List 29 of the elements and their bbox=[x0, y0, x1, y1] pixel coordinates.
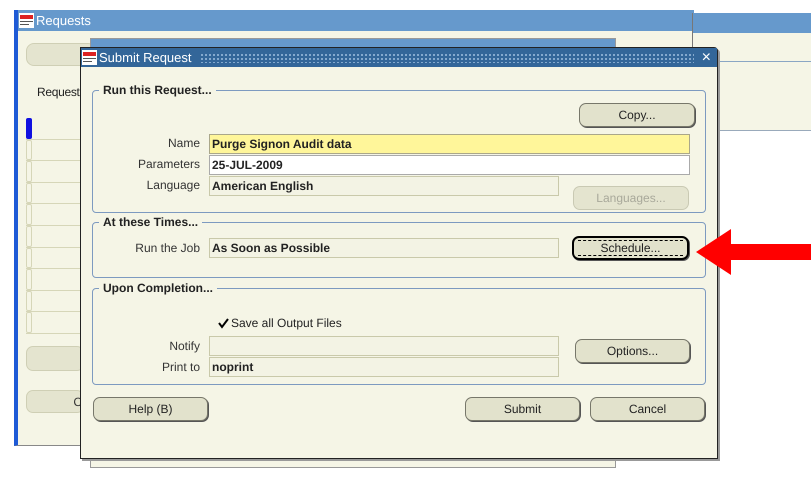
field-label: Name bbox=[166, 135, 201, 152]
button[interactable]: Submit bbox=[465, 397, 580, 421]
group-title: Upon Completion... bbox=[102, 280, 214, 297]
field-label: Language bbox=[146, 177, 201, 194]
text-field[interactable]: 25-JUL-2009 bbox=[209, 155, 690, 175]
text-field[interactable]: As Soon as Possible bbox=[209, 238, 559, 258]
button[interactable]: Options... bbox=[575, 339, 690, 363]
text-field[interactable]: American English bbox=[209, 176, 559, 196]
field-label: Run the Job bbox=[134, 240, 201, 257]
field-label: Print to bbox=[160, 359, 201, 376]
checkbox-label: Save all Output Files bbox=[231, 315, 342, 332]
field-label: Parameters bbox=[136, 156, 201, 173]
group-title: Run this Request... bbox=[102, 82, 213, 99]
column-label: Request bbox=[37, 84, 80, 101]
button[interactable]: Cancel bbox=[590, 397, 705, 421]
group-title: At these Times... bbox=[102, 214, 200, 231]
app-logo-icon bbox=[82, 50, 97, 65]
button[interactable]: Help (B) bbox=[93, 397, 208, 421]
checkbox[interactable] bbox=[218, 318, 229, 328]
window-title: Requests bbox=[36, 12, 91, 30]
text-field[interactable]: noprint bbox=[209, 357, 559, 377]
dialog-title: Submit Request bbox=[99, 48, 192, 67]
close-button[interactable]: × bbox=[702, 50, 711, 66]
text-field[interactable] bbox=[209, 336, 559, 356]
app-logo-icon bbox=[19, 13, 34, 28]
field-label: Notify bbox=[168, 338, 201, 355]
button[interactable]: Copy... bbox=[579, 103, 695, 127]
schedule-button[interactable]: Schedule... bbox=[572, 236, 689, 260]
text-field[interactable]: Purge Signon Audit data bbox=[209, 134, 690, 154]
